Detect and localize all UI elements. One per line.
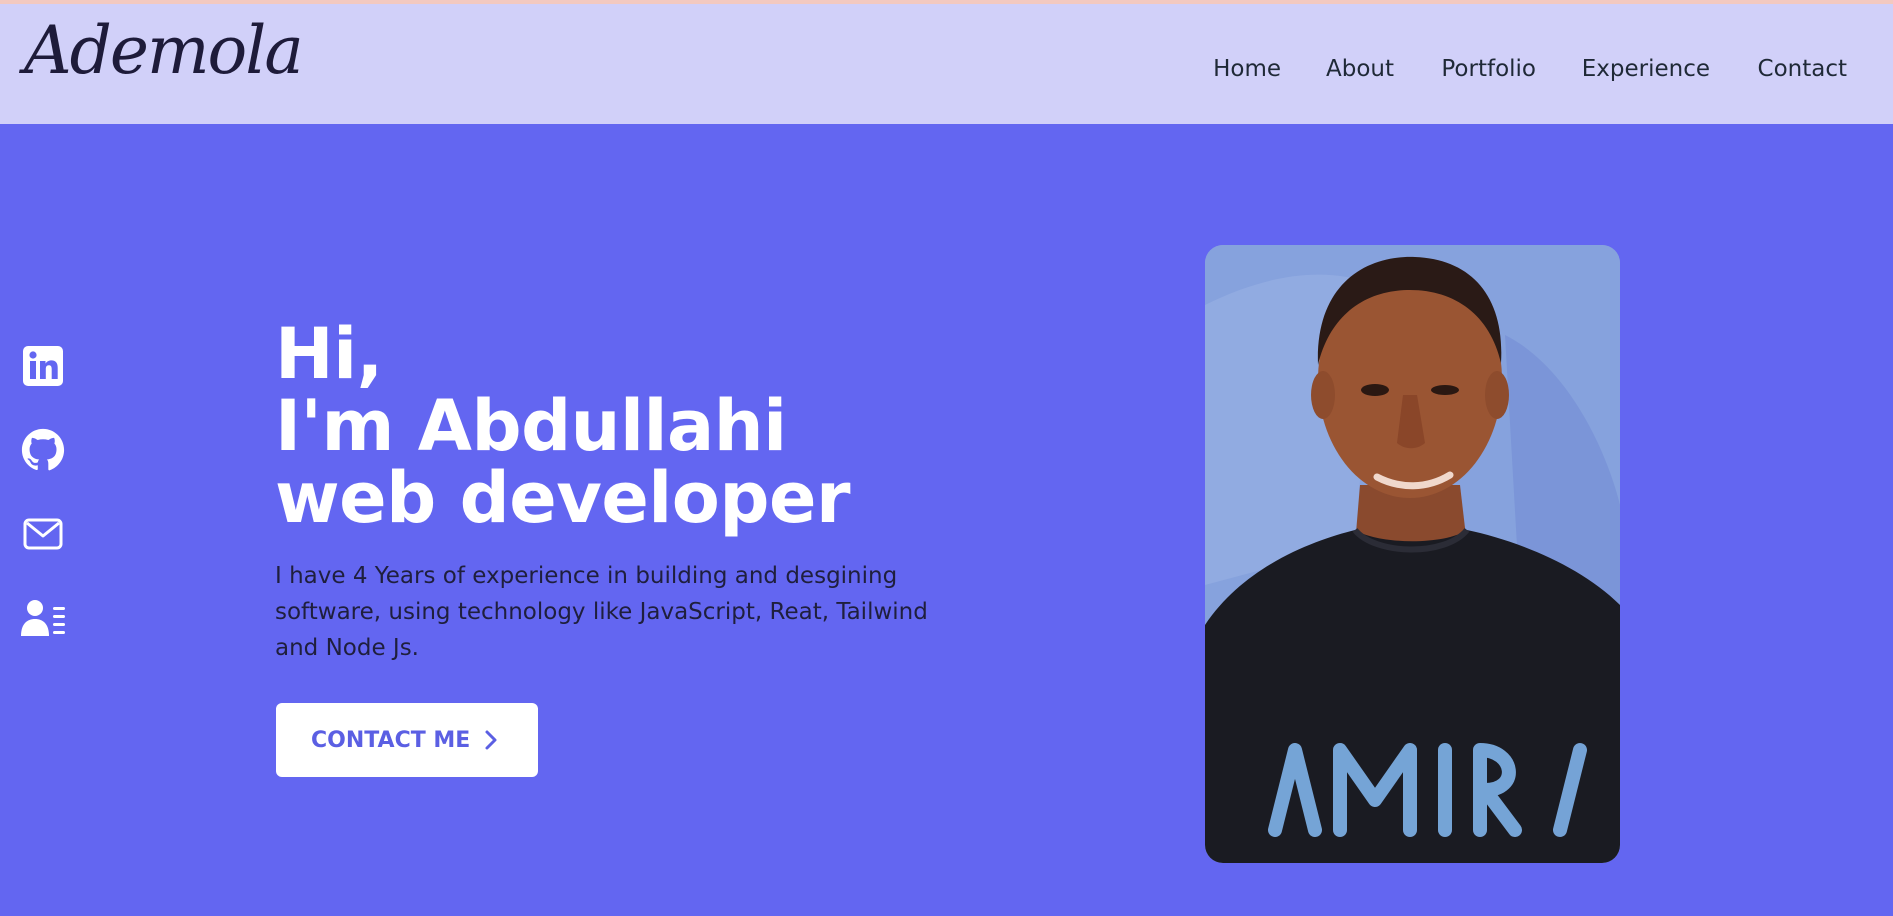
contact-me-button[interactable]: CONTACT ME — [276, 703, 538, 777]
mail-link[interactable] — [20, 511, 66, 557]
nav-about[interactable]: About — [1326, 51, 1394, 87]
site-header: Ademola Home About Portfolio Experience … — [0, 4, 1893, 124]
nav-home[interactable]: Home — [1213, 51, 1281, 87]
nav-portfolio[interactable]: Portfolio — [1441, 51, 1536, 87]
resume-icon — [21, 600, 65, 636]
github-icon — [21, 428, 65, 471]
nav-contact[interactable]: Contact — [1758, 51, 1847, 87]
github-link[interactable] — [20, 427, 66, 473]
site-logo[interactable]: Ademola — [24, 18, 304, 84]
linkedin-icon — [23, 346, 63, 386]
nav-experience[interactable]: Experience — [1582, 51, 1710, 87]
contact-me-label: CONTACT ME — [311, 727, 471, 753]
hero-name: I'm Abdullahi — [275, 385, 787, 467]
profile-photo — [1205, 245, 1620, 863]
hero-description: I have 4 Years of experience in building… — [275, 563, 928, 661]
hero-heading: Hi, I'm Abdullahi web developer — [275, 313, 851, 539]
hero-greeting: Hi, — [275, 313, 383, 395]
chevron-right-icon — [484, 729, 498, 751]
resume-link[interactable] — [20, 595, 66, 641]
hero-role: web developer — [275, 457, 851, 539]
mail-icon — [23, 518, 63, 550]
linkedin-link[interactable] — [20, 343, 66, 389]
